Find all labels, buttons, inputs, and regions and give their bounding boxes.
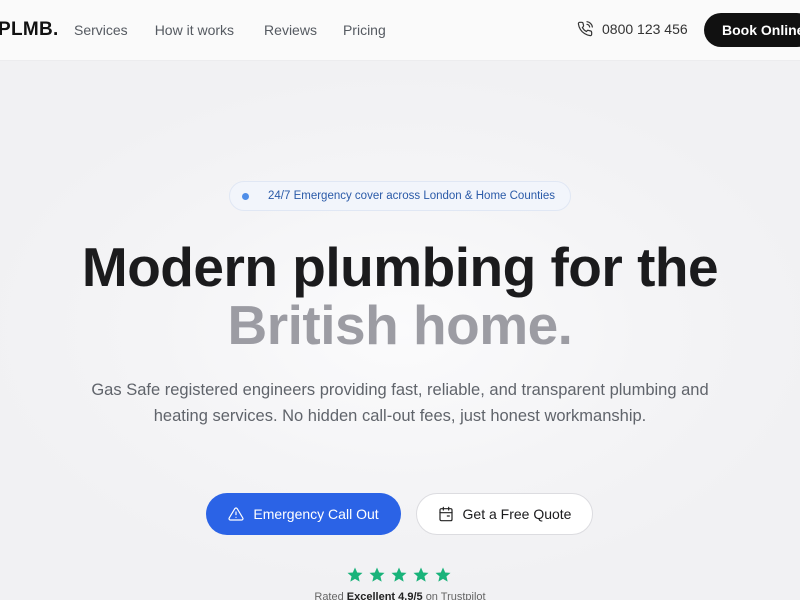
brand-logo[interactable]: PLMB.: [0, 19, 59, 41]
star-icon: [391, 567, 407, 582]
emergency-call-out-label: Emergency Call Out: [253, 506, 379, 522]
status-dot-icon: [242, 193, 249, 200]
trustpilot-rating-text: Rated Excellent 4.9/5 on Trustpilot: [0, 591, 800, 600]
phone-icon: [577, 21, 593, 37]
book-online-button[interactable]: Book Online: [704, 13, 800, 47]
free-quote-button[interactable]: Get a Free Quote: [416, 493, 593, 535]
free-quote-label: Get a Free Quote: [462, 506, 572, 522]
star-rating: [346, 566, 452, 584]
hero-subtext: Gas Safe registered engineers providing …: [91, 381, 709, 425]
calendar-icon: [438, 506, 453, 522]
rating-suffix: on Trustpilot: [425, 591, 486, 600]
nav-links: Services How it works Reviews Pricing: [74, 22, 386, 38]
phone-link[interactable]: 0800 123 456: [577, 21, 688, 37]
badge-text: 24/7 Emergency cover across London & Hom…: [268, 190, 556, 202]
headline-line-2: British home.: [227, 294, 573, 356]
phone-number: 0800 123 456: [602, 21, 688, 37]
nav-link-pricing[interactable]: Pricing: [343, 22, 386, 38]
headline-line-1: Modern plumbing for the: [81, 236, 719, 298]
hero-headline: Modern plumbing for the British home.: [0, 238, 800, 354]
top-navigation: PLMB. Services How it works Reviews Pric…: [0, 0, 800, 61]
star-icon: [347, 567, 363, 582]
nav-link-services[interactable]: Services: [74, 22, 128, 38]
nav-link-reviews[interactable]: Reviews: [264, 22, 317, 38]
emergency-call-out-button[interactable]: Emergency Call Out: [206, 493, 401, 535]
star-icon: [413, 567, 429, 582]
rating-score: Excellent 4.9/5: [346, 591, 423, 600]
warning-triangle-icon: [228, 507, 244, 521]
star-icon: [369, 567, 385, 582]
nav-link-how-it-works[interactable]: How it works: [155, 22, 234, 38]
emergency-cover-badge: 24/7 Emergency cover across London & Hom…: [229, 181, 571, 211]
rating-prefix: Rated: [314, 591, 344, 600]
star-icon: [435, 567, 451, 582]
